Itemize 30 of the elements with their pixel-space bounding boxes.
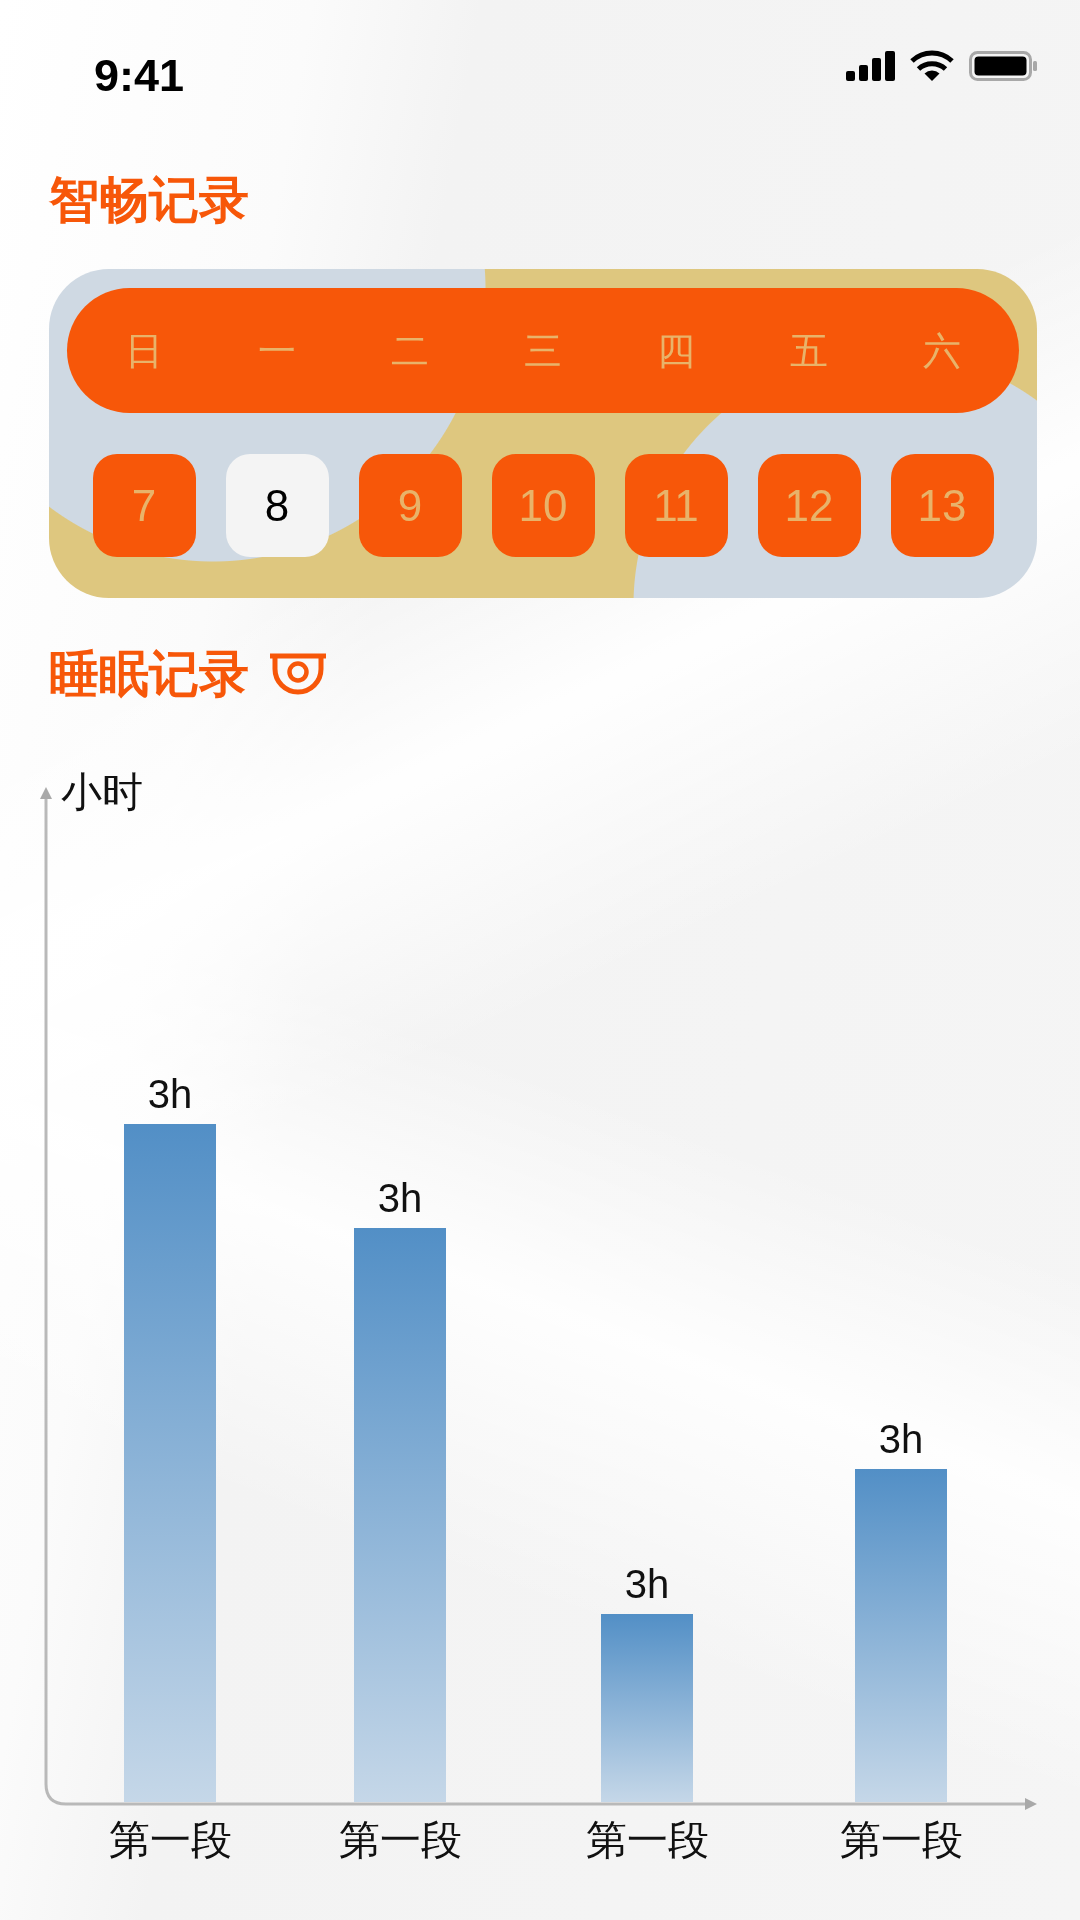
category-label: 第一段: [585, 1816, 709, 1864]
value-label: 3h: [147, 1072, 193, 1116]
section-title: 智畅记录: [49, 174, 249, 226]
signal-icon: [846, 51, 895, 81]
category-label: 第一段: [338, 1816, 462, 1864]
weekday-label: 六: [923, 328, 961, 373]
day-button[interactable]: 10: [491, 454, 595, 557]
weekday-label: 日: [125, 328, 163, 373]
section-title: 睡眠记录: [49, 648, 249, 700]
day-button[interactable]: 7: [92, 454, 196, 557]
battery-icon: [969, 51, 1037, 81]
weekday-label: 一: [258, 328, 296, 373]
weekday-label: 二: [391, 328, 429, 373]
value-label: 3h: [377, 1176, 423, 1220]
weekday-label: 五: [790, 328, 828, 373]
status-time: 9:41: [94, 51, 185, 101]
category-label: 第一段: [839, 1816, 963, 1864]
value-label: 3h: [878, 1417, 924, 1461]
day-button[interactable]: 12: [757, 454, 861, 557]
day-button[interactable]: 9: [358, 454, 462, 557]
day-button[interactable]: 11: [624, 454, 728, 557]
value-label: 3h: [624, 1562, 670, 1606]
axis-label: 小时: [61, 768, 143, 816]
day-button[interactable]: 8: [225, 454, 329, 557]
weekday-label: 三: [524, 328, 562, 373]
day-button[interactable]: 13: [890, 454, 994, 557]
category-label: 第一段: [108, 1816, 232, 1864]
bowl-icon: [270, 652, 326, 696]
weekday-label: 四: [657, 328, 695, 373]
wifi-icon: [909, 50, 955, 82]
